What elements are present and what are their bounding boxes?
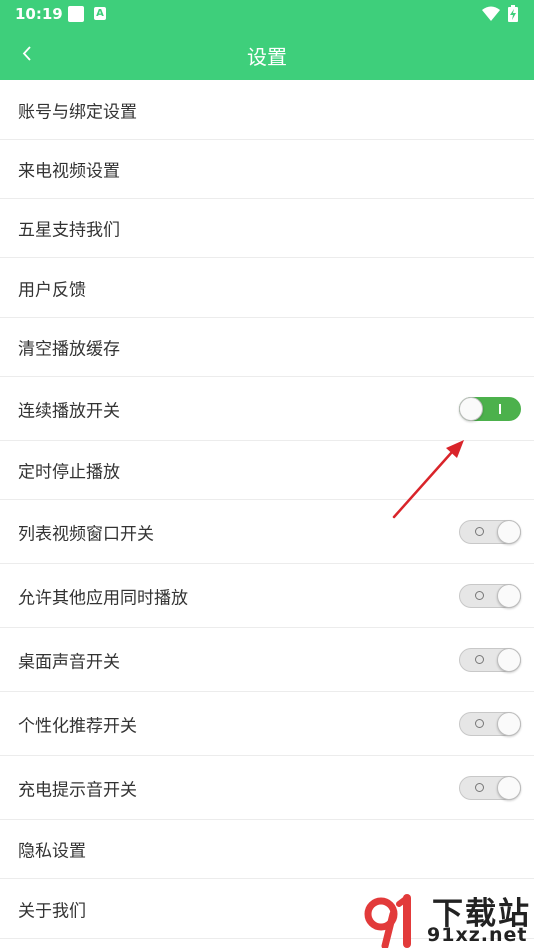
settings-item-allow-other-apps-play: 允许其他应用同时播放 (0, 564, 534, 628)
settings-item-label: 用户反馈 (18, 280, 86, 300)
settings-item-personalized-recommend: 个性化推荐开关 (0, 692, 534, 756)
toggle-knob (459, 396, 483, 421)
settings-item-list-video-window: 列表视频窗口开关 (0, 500, 534, 564)
continuous-play-toggle[interactable] (459, 396, 521, 421)
settings-item-label: 列表视频窗口开关 (18, 524, 154, 544)
status-bar: 10:19 A (0, 0, 534, 28)
personalized-recommend-toggle[interactable] (459, 711, 521, 736)
toggle-knob (497, 711, 521, 736)
toggle-off-mark-icon (475, 526, 484, 536)
page-title: 设置 (247, 45, 287, 69)
settings-item-five-star-support[interactable]: 五星支持我们 (0, 199, 534, 258)
allow-other-apps-play-toggle[interactable] (459, 583, 521, 608)
settings-item-label: 桌面声音开关 (18, 652, 120, 672)
settings-item-label: 隐私设置 (18, 841, 86, 862)
settings-item-label: 充电提示音开关 (18, 780, 137, 800)
toggle-knob (497, 647, 521, 672)
settings-item-clear-cache[interactable]: 清空播放缓存 (0, 318, 534, 377)
settings-item-privacy[interactable]: 隐私设置 (0, 820, 534, 879)
settings-list: 账号与绑定设置 来电视频设置 五星支持我们 用户反馈 清空播放缓存 连续播放开关… (0, 80, 534, 939)
settings-item-user-feedback[interactable]: 用户反馈 (0, 258, 534, 318)
battery-charging-icon (508, 5, 518, 22)
notification-square-icon (68, 6, 84, 22)
toggle-knob (497, 519, 521, 544)
list-video-window-toggle[interactable] (459, 519, 521, 544)
settings-item-account-binding[interactable]: 账号与绑定设置 (0, 80, 534, 140)
watermark: 下载站 91xz.net (357, 888, 534, 950)
wifi-icon (482, 6, 500, 21)
app-bar: 设置 (0, 28, 534, 80)
toggle-knob (497, 775, 521, 800)
settings-item-label: 连续播放开关 (18, 401, 120, 421)
settings-item-label: 定时停止播放 (18, 462, 120, 483)
toggle-on-mark-icon (499, 403, 501, 414)
settings-item-label: 来电视频设置 (18, 161, 120, 182)
settings-item-sleep-timer[interactable]: 定时停止播放 (0, 441, 534, 500)
toggle-knob (497, 583, 521, 608)
watermark-url: 91xz.net (427, 924, 528, 946)
notification-a-icon: A (94, 7, 106, 20)
settings-item-label: 账号与绑定设置 (18, 102, 137, 122)
settings-item-label: 清空播放缓存 (18, 339, 120, 360)
toggle-off-mark-icon (475, 782, 484, 792)
charging-sound-toggle[interactable] (459, 775, 521, 800)
settings-item-label: 个性化推荐开关 (18, 716, 137, 736)
settings-item-label: 允许其他应用同时播放 (18, 588, 188, 608)
settings-item-desktop-sound: 桌面声音开关 (0, 628, 534, 692)
toggle-off-mark-icon (475, 590, 484, 600)
settings-item-label: 关于我们 (18, 901, 86, 921)
settings-item-label: 五星支持我们 (18, 220, 120, 241)
settings-item-continuous-play: 连续播放开关 (0, 377, 534, 441)
toggle-off-mark-icon (475, 654, 484, 664)
status-time: 10:19 (15, 5, 63, 23)
toggle-off-mark-icon (475, 718, 484, 728)
settings-item-charging-sound: 充电提示音开关 (0, 756, 534, 820)
desktop-sound-toggle[interactable] (459, 647, 521, 672)
settings-item-incoming-call-video[interactable]: 来电视频设置 (0, 140, 534, 199)
watermark-logo-icon (364, 894, 411, 948)
